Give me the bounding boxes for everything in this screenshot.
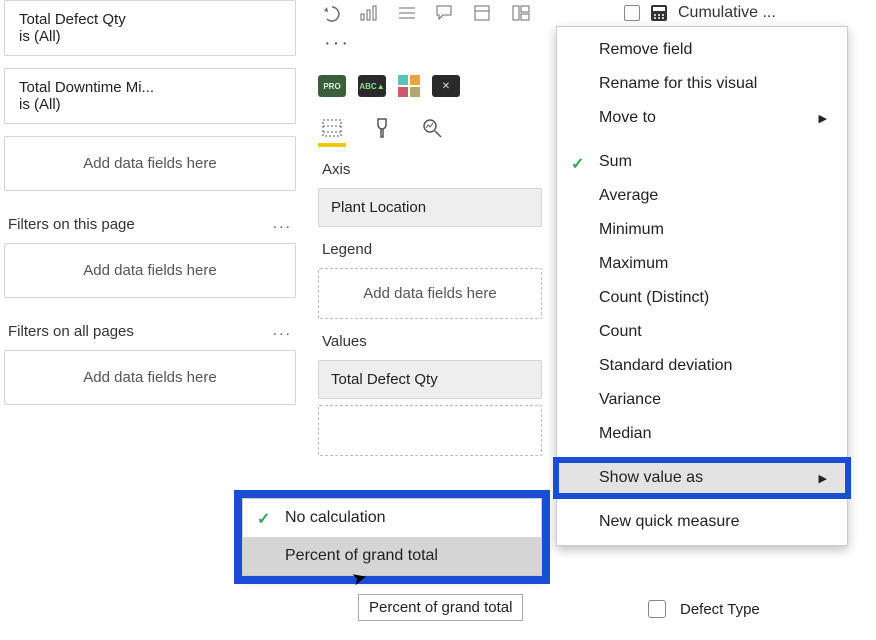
legend-label: Legend [318,227,542,268]
filters-panel: Total Defect Qty is (All) Total Downtime… [4,0,296,425]
menu-remove-field[interactable]: Remove field [557,33,847,67]
grid-visual-icon[interactable] [398,75,420,97]
x-visual-icon[interactable]: ✕ [432,75,460,97]
format-tab-icon[interactable] [368,117,396,147]
abc-visual-icon[interactable]: ABC▲ [358,75,386,97]
chevron-right-icon: ▶ [819,472,827,485]
field-header: Cumulative ... [624,4,776,22]
pane-tabs [318,115,542,147]
show-value-as-submenu: ✓No calculation Percent of grand total [242,498,542,576]
list-icon[interactable] [394,2,420,24]
chevron-right-icon: ▶ [819,112,827,125]
fields-tab-icon[interactable] [318,117,346,147]
more-viz-icon[interactable]: ··· [318,30,542,69]
field-context-menu: Remove field Rename for this visual Move… [556,26,848,546]
menu-agg-count[interactable]: Count [557,315,847,349]
pro-visual-icon[interactable]: PRO [318,75,346,97]
custom-visuals-row: PRO ABC▲ ✕ [318,69,542,115]
viz-toolbar [318,0,542,30]
menu-rename-visual[interactable]: Rename for this visual [557,67,847,101]
submenu-no-calculation[interactable]: ✓No calculation [243,499,541,537]
section-label: Filters on this page [8,216,135,233]
menu-agg-count-distinct[interactable]: Count (Distinct) [557,281,847,315]
filters-all-header: Filters on all pages ... [4,318,296,350]
add-page-filter-dropzone[interactable]: Add data fields here [4,243,296,298]
filter-name: Total Defect Qty [19,11,281,28]
values-label: Values [318,319,542,360]
menu-new-quick-measure[interactable]: New quick measure [557,505,847,539]
menu-move-to[interactable]: Move to▶ [557,101,847,135]
menu-agg-maximum[interactable]: Maximum [557,247,847,281]
calculator-icon [650,4,668,22]
filters-page-header: Filters on this page ... [4,211,296,243]
field-label: Defect Type [680,601,760,618]
filter-card-total-defect-qty[interactable]: Total Defect Qty is (All) [4,0,296,56]
menu-show-value-as[interactable]: Show value as▶ [557,461,847,495]
filter-name: Total Downtime Mi... [19,79,281,96]
field-list-item-defect-type[interactable]: Defect Type [648,600,760,618]
more-icon[interactable]: ... [273,322,292,340]
legend-field-well[interactable]: Add data fields here [318,268,542,319]
axis-field-value: Plant Location [331,199,426,216]
filter-state: is (All) [19,28,281,45]
add-all-filter-dropzone[interactable]: Add data fields here [4,350,296,405]
values-field-well[interactable]: Total Defect Qty [318,360,542,399]
menu-agg-sum[interactable]: ✓Sum [557,145,847,179]
menu-agg-variance[interactable]: Variance [557,383,847,417]
visualizations-panel: ··· PRO ABC▲ ✕ Axis Plant Location Legen… [318,0,542,456]
menu-agg-stddev[interactable]: Standard deviation [557,349,847,383]
field-checkbox[interactable] [648,600,666,618]
field-checkbox[interactable] [624,5,640,21]
checkmark-icon: ✓ [571,154,584,174]
axis-label: Axis [318,147,542,188]
comment-icon[interactable] [432,2,458,24]
checkmark-icon: ✓ [257,509,270,529]
analytics-tab-icon[interactable] [418,117,446,147]
menu-agg-average[interactable]: Average [557,179,847,213]
field-header-label: Cumulative ... [678,4,776,22]
section-label: Filters on all pages [8,323,134,340]
layout-icon[interactable] [508,2,534,24]
axis-field-well[interactable]: Plant Location [318,188,542,227]
tooltip-field-well[interactable] [318,405,542,456]
more-icon[interactable]: ... [273,215,292,233]
filter-card-total-downtime[interactable]: Total Downtime Mi... is (All) [4,68,296,124]
add-visual-filter-dropzone[interactable]: Add data fields here [4,136,296,191]
menu-agg-minimum[interactable]: Minimum [557,213,847,247]
submenu-percent-grand-total[interactable]: Percent of grand total [243,537,541,575]
menu-agg-median[interactable]: Median [557,417,847,451]
undo-icon[interactable] [318,2,344,24]
filter-state: is (All) [19,96,281,113]
chart-icon[interactable] [356,2,382,24]
panel-icon[interactable] [470,2,496,24]
values-field-value: Total Defect Qty [331,371,438,388]
tooltip: Percent of grand total [358,594,523,621]
